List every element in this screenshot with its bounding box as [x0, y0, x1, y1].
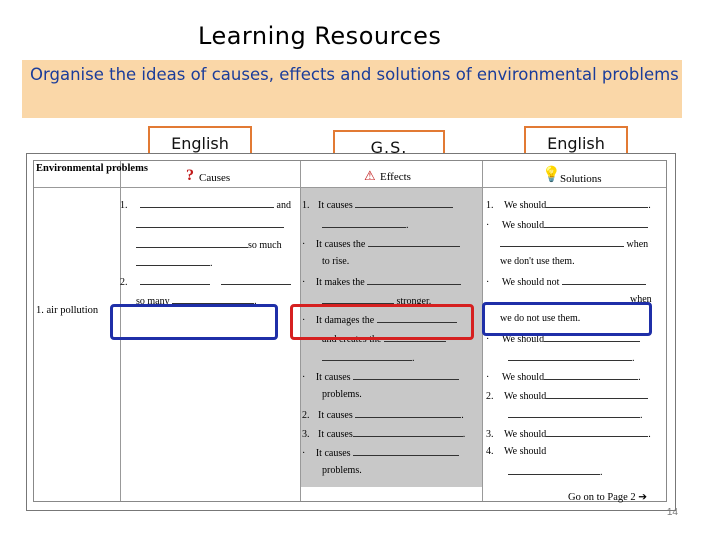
row-label-air-pollution: 1. air pollution	[36, 305, 99, 316]
effect-7: 3. It causes.	[302, 429, 466, 440]
lightbulb-icon: 💡	[542, 167, 561, 183]
header-environmental-problems: Environmental problems	[36, 163, 148, 174]
highlight-causes-blank[interactable]	[110, 304, 278, 340]
solution-3: · We should not	[486, 275, 646, 288]
footer-go-on: Go on to Page 2 ➔	[568, 492, 648, 503]
solution-2-line2: when	[500, 237, 648, 250]
cause-1: 1. and	[120, 200, 291, 211]
header-causes: Causes	[199, 172, 231, 184]
slide-title: Learning Resources	[198, 22, 442, 50]
solution-7: 3. We should.	[486, 429, 651, 440]
effect-8: · It causes	[302, 446, 460, 459]
question-icon: ?	[186, 167, 194, 184]
effect-2: · It causes the	[302, 237, 460, 250]
solution-5: · We should.	[486, 372, 641, 383]
instruction-text: Organise the ideas of causes, effects an…	[30, 65, 679, 84]
solution-2: · We should	[486, 218, 649, 231]
solution-8: 4. We should	[486, 446, 547, 457]
effect-6: 2. It causes .	[302, 410, 464, 421]
page-number: 14	[666, 507, 678, 518]
cause-1-line3: so much	[136, 238, 282, 251]
effect-3: · It makes the	[302, 275, 462, 288]
solution-6: 2. We should	[486, 389, 649, 402]
header-effects: Effects	[380, 171, 411, 183]
effect-8-line2: problems.	[322, 465, 362, 476]
highlight-effects-blank[interactable]	[290, 304, 474, 340]
highlight-solutions-blank[interactable]	[482, 302, 652, 336]
effect-2-line2: to rise.	[322, 256, 350, 267]
solution-2-line3: we don't use them.	[500, 256, 575, 267]
arrow-right-icon: ➔	[638, 492, 648, 503]
effect-5-line2: problems.	[322, 389, 362, 400]
effect-5: · It causes	[302, 370, 460, 383]
effect-1: 1. It causes	[302, 198, 454, 211]
solution-1: 1. We should.	[486, 200, 651, 211]
header-solutions: Solutions	[560, 173, 602, 185]
warning-icon: ⚠	[364, 168, 376, 183]
cause-2: 2.	[120, 275, 291, 288]
